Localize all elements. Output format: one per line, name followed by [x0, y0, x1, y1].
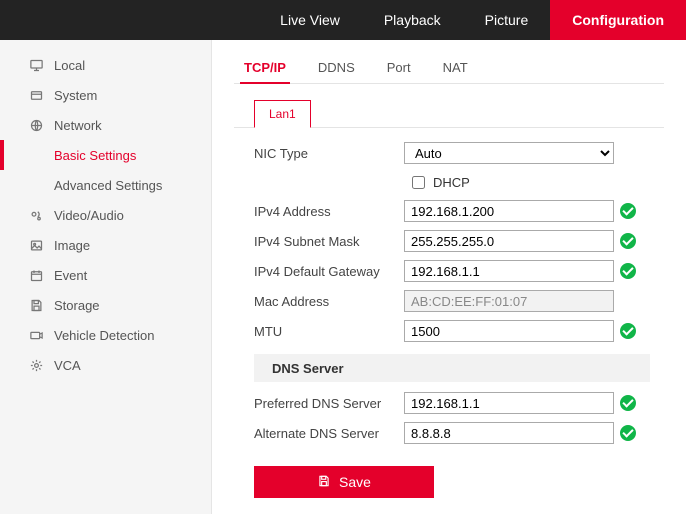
nic-type-select[interactable]: Auto [404, 142, 614, 164]
sidebar-item-label: Video/Audio [48, 208, 124, 223]
preferred-dns-label: Preferred DNS Server [254, 396, 404, 411]
camera-icon [24, 328, 48, 343]
top-nav: Live View Playback Picture Configuration [0, 0, 686, 40]
mtu-input[interactable] [404, 320, 614, 342]
main-panel: TCP/IP DDNS Port NAT Lan1 NIC Type Auto … [212, 40, 686, 514]
nic-type-label: NIC Type [254, 146, 404, 161]
system-icon [24, 88, 48, 103]
save-button[interactable]: Save [254, 466, 434, 498]
sidebar-item-network[interactable]: Network [0, 110, 211, 140]
sidebar-item-label: Image [48, 238, 90, 253]
ipv4-subnet-input[interactable] [404, 230, 614, 252]
check-icon [620, 395, 636, 411]
check-icon [620, 323, 636, 339]
save-icon [24, 298, 48, 313]
monitor-icon [24, 58, 48, 73]
topnav-configuration[interactable]: Configuration [550, 0, 686, 40]
preferred-dns-input[interactable] [404, 392, 614, 414]
sidebar-item-label: Event [48, 268, 87, 283]
globe-icon [24, 118, 48, 133]
sidebar-item-vehicle-detection[interactable]: Vehicle Detection [0, 320, 211, 350]
sidebar-item-label: Vehicle Detection [48, 328, 154, 343]
sidebar-item-event[interactable]: Event [0, 260, 211, 290]
check-icon [620, 425, 636, 441]
sidebar-item-video-audio[interactable]: Video/Audio [0, 200, 211, 230]
save-icon [317, 474, 331, 491]
sidebar-item-vca[interactable]: VCA [0, 350, 211, 380]
dhcp-checkbox[interactable] [412, 176, 425, 189]
tab-tcpip[interactable]: TCP/IP [240, 54, 290, 83]
tab-nat[interactable]: NAT [439, 54, 472, 83]
ipv4-subnet-label: IPv4 Subnet Mask [254, 234, 404, 249]
alternate-dns-label: Alternate DNS Server [254, 426, 404, 441]
sidebar-item-local[interactable]: Local [0, 50, 211, 80]
image-icon [24, 238, 48, 253]
calendar-icon [24, 268, 48, 283]
sidebar-sub-basic-settings[interactable]: Basic Settings [0, 140, 211, 170]
sidebar-item-image[interactable]: Image [0, 230, 211, 260]
lan-tabs: Lan1 [234, 84, 664, 128]
alternate-dns-input[interactable] [404, 422, 614, 444]
ipv4-address-input[interactable] [404, 200, 614, 222]
check-icon [620, 263, 636, 279]
ipv4-gateway-input[interactable] [404, 260, 614, 282]
sidebar-item-system[interactable]: System [0, 80, 211, 110]
topnav-picture[interactable]: Picture [463, 0, 551, 40]
mtu-label: MTU [254, 324, 404, 339]
mac-address-input [404, 290, 614, 312]
check-icon [620, 233, 636, 249]
sidebar-sub-advanced-settings[interactable]: Advanced Settings [0, 170, 211, 200]
mac-address-label: Mac Address [254, 294, 404, 309]
lan-tab-1[interactable]: Lan1 [254, 100, 311, 128]
save-button-label: Save [339, 474, 371, 490]
sidebar-item-label: Network [48, 118, 102, 133]
tab-ddns[interactable]: DDNS [314, 54, 359, 83]
ipv4-address-label: IPv4 Address [254, 204, 404, 219]
dhcp-label: DHCP [433, 175, 470, 190]
sidebar-item-label: VCA [48, 358, 81, 373]
sidebar-item-label: Local [48, 58, 85, 73]
topnav-live-view[interactable]: Live View [258, 0, 362, 40]
dns-section-header: DNS Server [254, 354, 650, 382]
sidebar-item-label: Storage [48, 298, 100, 313]
topnav-playback[interactable]: Playback [362, 0, 463, 40]
network-form: NIC Type Auto DHCP IPv4 Address IPv4 Sub… [234, 128, 664, 448]
video-audio-icon [24, 208, 48, 223]
sidebar: Local System Network Basic Settings Adva… [0, 40, 212, 514]
ipv4-gateway-label: IPv4 Default Gateway [254, 264, 404, 279]
check-icon [620, 203, 636, 219]
sidebar-item-label: System [48, 88, 97, 103]
gear-icon [24, 358, 48, 373]
sub-tabs: TCP/IP DDNS Port NAT [234, 54, 664, 84]
sidebar-item-storage[interactable]: Storage [0, 290, 211, 320]
tab-port[interactable]: Port [383, 54, 415, 83]
